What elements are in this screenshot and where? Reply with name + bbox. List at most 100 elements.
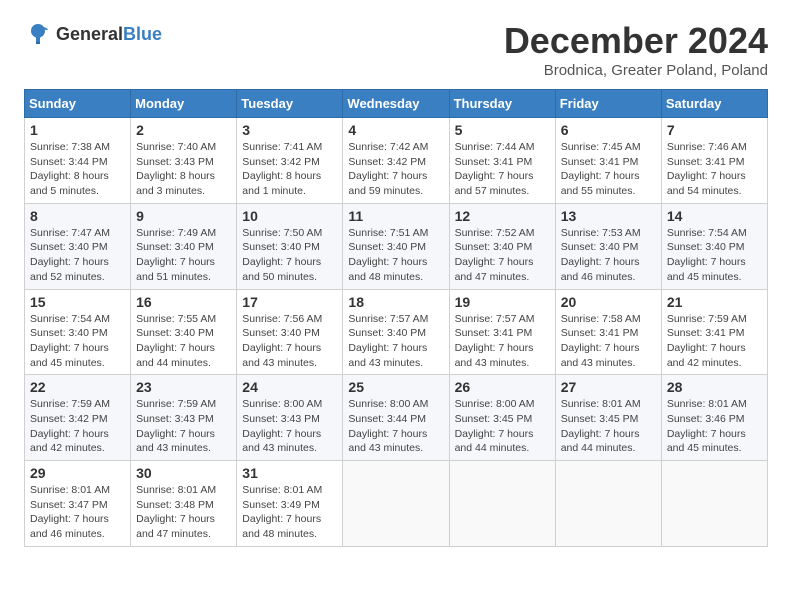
- day-number: 22: [30, 379, 125, 395]
- day-cell: 15 Sunrise: 7:54 AM Sunset: 3:40 PM Dayl…: [25, 289, 131, 375]
- day-number: 15: [30, 294, 125, 310]
- empty-day-cell: [555, 461, 661, 547]
- calendar-week-row: 29 Sunrise: 8:01 AM Sunset: 3:47 PM Dayl…: [25, 461, 768, 547]
- day-number: 14: [667, 208, 762, 224]
- day-cell: 29 Sunrise: 8:01 AM Sunset: 3:47 PM Dayl…: [25, 461, 131, 547]
- day-number: 20: [561, 294, 656, 310]
- header-monday: Monday: [131, 90, 237, 118]
- day-number: 29: [30, 465, 125, 481]
- day-number: 24: [242, 379, 337, 395]
- day-detail: Sunrise: 7:55 AM Sunset: 3:40 PM Dayligh…: [136, 312, 231, 371]
- day-number: 23: [136, 379, 231, 395]
- day-detail: Sunrise: 7:54 AM Sunset: 3:40 PM Dayligh…: [667, 226, 762, 285]
- day-number: 4: [348, 122, 443, 138]
- day-number: 9: [136, 208, 231, 224]
- calendar-week-row: 8 Sunrise: 7:47 AM Sunset: 3:40 PM Dayli…: [25, 203, 768, 289]
- day-detail: Sunrise: 7:53 AM Sunset: 3:40 PM Dayligh…: [561, 226, 656, 285]
- weekday-header-row: Sunday Monday Tuesday Wednesday Thursday…: [25, 90, 768, 118]
- day-cell: 9 Sunrise: 7:49 AM Sunset: 3:40 PM Dayli…: [131, 203, 237, 289]
- day-cell: 5 Sunrise: 7:44 AM Sunset: 3:41 PM Dayli…: [449, 118, 555, 204]
- day-cell: 25 Sunrise: 8:00 AM Sunset: 3:44 PM Dayl…: [343, 375, 449, 461]
- calendar-table: Sunday Monday Tuesday Wednesday Thursday…: [24, 89, 768, 547]
- day-cell: 4 Sunrise: 7:42 AM Sunset: 3:42 PM Dayli…: [343, 118, 449, 204]
- title-section: December 2024 Brodnica, Greater Poland, …: [504, 20, 768, 79]
- day-number: 27: [561, 379, 656, 395]
- header-tuesday: Tuesday: [237, 90, 343, 118]
- day-detail: Sunrise: 7:42 AM Sunset: 3:42 PM Dayligh…: [348, 140, 443, 199]
- day-number: 6: [561, 122, 656, 138]
- page-header: GeneralBlue December 2024 Brodnica, Grea…: [24, 20, 768, 79]
- day-detail: Sunrise: 8:01 AM Sunset: 3:49 PM Dayligh…: [242, 483, 337, 542]
- day-cell: 30 Sunrise: 8:01 AM Sunset: 3:48 PM Dayl…: [131, 461, 237, 547]
- calendar-week-row: 22 Sunrise: 7:59 AM Sunset: 3:42 PM Dayl…: [25, 375, 768, 461]
- day-cell: 16 Sunrise: 7:55 AM Sunset: 3:40 PM Dayl…: [131, 289, 237, 375]
- day-cell: 26 Sunrise: 8:00 AM Sunset: 3:45 PM Dayl…: [449, 375, 555, 461]
- day-detail: Sunrise: 7:59 AM Sunset: 3:42 PM Dayligh…: [30, 397, 125, 456]
- logo: GeneralBlue: [24, 20, 162, 48]
- calendar-week-row: 15 Sunrise: 7:54 AM Sunset: 3:40 PM Dayl…: [25, 289, 768, 375]
- day-detail: Sunrise: 7:41 AM Sunset: 3:42 PM Dayligh…: [242, 140, 337, 199]
- header-saturday: Saturday: [661, 90, 767, 118]
- header-sunday: Sunday: [25, 90, 131, 118]
- day-cell: 3 Sunrise: 7:41 AM Sunset: 3:42 PM Dayli…: [237, 118, 343, 204]
- day-cell: 24 Sunrise: 8:00 AM Sunset: 3:43 PM Dayl…: [237, 375, 343, 461]
- day-number: 25: [348, 379, 443, 395]
- day-cell: 13 Sunrise: 7:53 AM Sunset: 3:40 PM Dayl…: [555, 203, 661, 289]
- day-detail: Sunrise: 7:52 AM Sunset: 3:40 PM Dayligh…: [455, 226, 550, 285]
- day-number: 19: [455, 294, 550, 310]
- day-number: 1: [30, 122, 125, 138]
- day-detail: Sunrise: 7:38 AM Sunset: 3:44 PM Dayligh…: [30, 140, 125, 199]
- day-cell: 22 Sunrise: 7:59 AM Sunset: 3:42 PM Dayl…: [25, 375, 131, 461]
- day-number: 31: [242, 465, 337, 481]
- day-cell: 17 Sunrise: 7:56 AM Sunset: 3:40 PM Dayl…: [237, 289, 343, 375]
- logo-blue: Blue: [123, 24, 162, 44]
- day-detail: Sunrise: 8:01 AM Sunset: 3:45 PM Dayligh…: [561, 397, 656, 456]
- day-number: 16: [136, 294, 231, 310]
- day-cell: 11 Sunrise: 7:51 AM Sunset: 3:40 PM Dayl…: [343, 203, 449, 289]
- day-detail: Sunrise: 8:01 AM Sunset: 3:48 PM Dayligh…: [136, 483, 231, 542]
- day-detail: Sunrise: 7:59 AM Sunset: 3:43 PM Dayligh…: [136, 397, 231, 456]
- day-cell: 19 Sunrise: 7:57 AM Sunset: 3:41 PM Dayl…: [449, 289, 555, 375]
- day-detail: Sunrise: 7:57 AM Sunset: 3:40 PM Dayligh…: [348, 312, 443, 371]
- day-detail: Sunrise: 7:45 AM Sunset: 3:41 PM Dayligh…: [561, 140, 656, 199]
- day-number: 21: [667, 294, 762, 310]
- day-detail: Sunrise: 7:40 AM Sunset: 3:43 PM Dayligh…: [136, 140, 231, 199]
- day-cell: 8 Sunrise: 7:47 AM Sunset: 3:40 PM Dayli…: [25, 203, 131, 289]
- day-number: 18: [348, 294, 443, 310]
- day-detail: Sunrise: 7:44 AM Sunset: 3:41 PM Dayligh…: [455, 140, 550, 199]
- day-cell: 14 Sunrise: 7:54 AM Sunset: 3:40 PM Dayl…: [661, 203, 767, 289]
- day-cell: 7 Sunrise: 7:46 AM Sunset: 3:41 PM Dayli…: [661, 118, 767, 204]
- day-cell: 20 Sunrise: 7:58 AM Sunset: 3:41 PM Dayl…: [555, 289, 661, 375]
- day-number: 26: [455, 379, 550, 395]
- day-detail: Sunrise: 7:56 AM Sunset: 3:40 PM Dayligh…: [242, 312, 337, 371]
- day-number: 7: [667, 122, 762, 138]
- day-cell: 27 Sunrise: 8:01 AM Sunset: 3:45 PM Dayl…: [555, 375, 661, 461]
- header-wednesday: Wednesday: [343, 90, 449, 118]
- header-friday: Friday: [555, 90, 661, 118]
- day-number: 13: [561, 208, 656, 224]
- day-number: 11: [348, 208, 443, 224]
- day-detail: Sunrise: 8:00 AM Sunset: 3:45 PM Dayligh…: [455, 397, 550, 456]
- day-detail: Sunrise: 7:59 AM Sunset: 3:41 PM Dayligh…: [667, 312, 762, 371]
- day-detail: Sunrise: 7:51 AM Sunset: 3:40 PM Dayligh…: [348, 226, 443, 285]
- day-number: 8: [30, 208, 125, 224]
- day-number: 30: [136, 465, 231, 481]
- day-detail: Sunrise: 8:00 AM Sunset: 3:43 PM Dayligh…: [242, 397, 337, 456]
- day-cell: 2 Sunrise: 7:40 AM Sunset: 3:43 PM Dayli…: [131, 118, 237, 204]
- day-cell: 18 Sunrise: 7:57 AM Sunset: 3:40 PM Dayl…: [343, 289, 449, 375]
- day-number: 10: [242, 208, 337, 224]
- empty-day-cell: [449, 461, 555, 547]
- empty-day-cell: [343, 461, 449, 547]
- day-cell: 23 Sunrise: 7:59 AM Sunset: 3:43 PM Dayl…: [131, 375, 237, 461]
- day-cell: 31 Sunrise: 8:01 AM Sunset: 3:49 PM Dayl…: [237, 461, 343, 547]
- day-detail: Sunrise: 8:01 AM Sunset: 3:46 PM Dayligh…: [667, 397, 762, 456]
- month-title: December 2024: [504, 20, 768, 62]
- calendar-week-row: 1 Sunrise: 7:38 AM Sunset: 3:44 PM Dayli…: [25, 118, 768, 204]
- day-detail: Sunrise: 8:01 AM Sunset: 3:47 PM Dayligh…: [30, 483, 125, 542]
- logo-icon: [24, 20, 52, 48]
- day-detail: Sunrise: 7:50 AM Sunset: 3:40 PM Dayligh…: [242, 226, 337, 285]
- day-number: 17: [242, 294, 337, 310]
- header-thursday: Thursday: [449, 90, 555, 118]
- day-number: 5: [455, 122, 550, 138]
- day-cell: 28 Sunrise: 8:01 AM Sunset: 3:46 PM Dayl…: [661, 375, 767, 461]
